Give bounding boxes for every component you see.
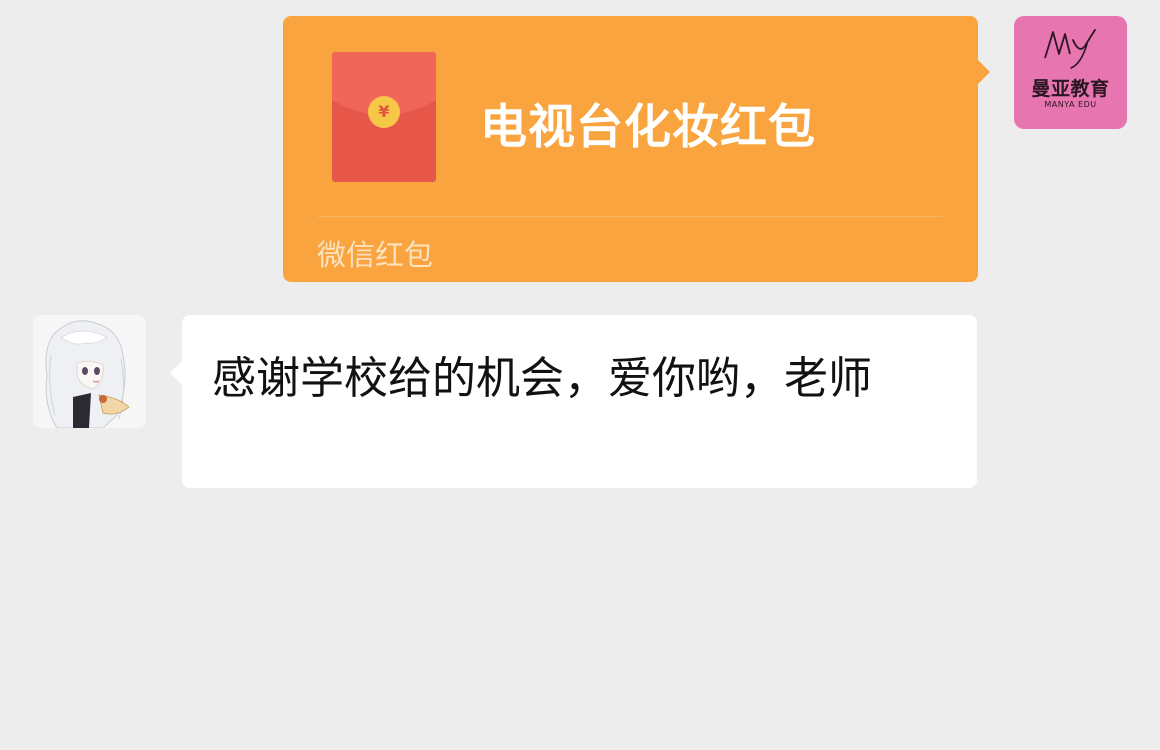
manya-logo-icon bbox=[1043, 29, 1096, 69]
logo-subtitle: MANYA EDU bbox=[1044, 100, 1097, 109]
receiver-avatar[interactable] bbox=[33, 315, 146, 428]
red-packet-label: 微信红包 bbox=[317, 238, 434, 272]
red-packet-divider bbox=[318, 216, 943, 217]
anime-character-avatar-icon bbox=[33, 315, 146, 428]
red-envelope-icon: ¥ bbox=[332, 52, 436, 182]
reply-message-bubble[interactable]: 感谢学校给的机会，爱你哟，老师 bbox=[170, 315, 977, 488]
red-packet-message[interactable]: ¥ 电视台化妆红包 微信红包 bbox=[283, 16, 990, 282]
red-packet-title: 电视台化妆红包 bbox=[480, 100, 816, 155]
coin-icon: ¥ bbox=[368, 96, 400, 128]
logo-name: 曼亚教育 bbox=[1031, 78, 1110, 100]
sender-avatar[interactable]: 曼亚教育 MANYA EDU bbox=[1014, 16, 1127, 129]
reply-message-text: 感谢学校给的机会，爱你哟，老师 bbox=[212, 353, 872, 404]
chat-window: ¥ 电视台化妆红包 微信红包 曼亚教育 MANYA EDU 感谢学校给的机会，爱… bbox=[0, 0, 1160, 750]
